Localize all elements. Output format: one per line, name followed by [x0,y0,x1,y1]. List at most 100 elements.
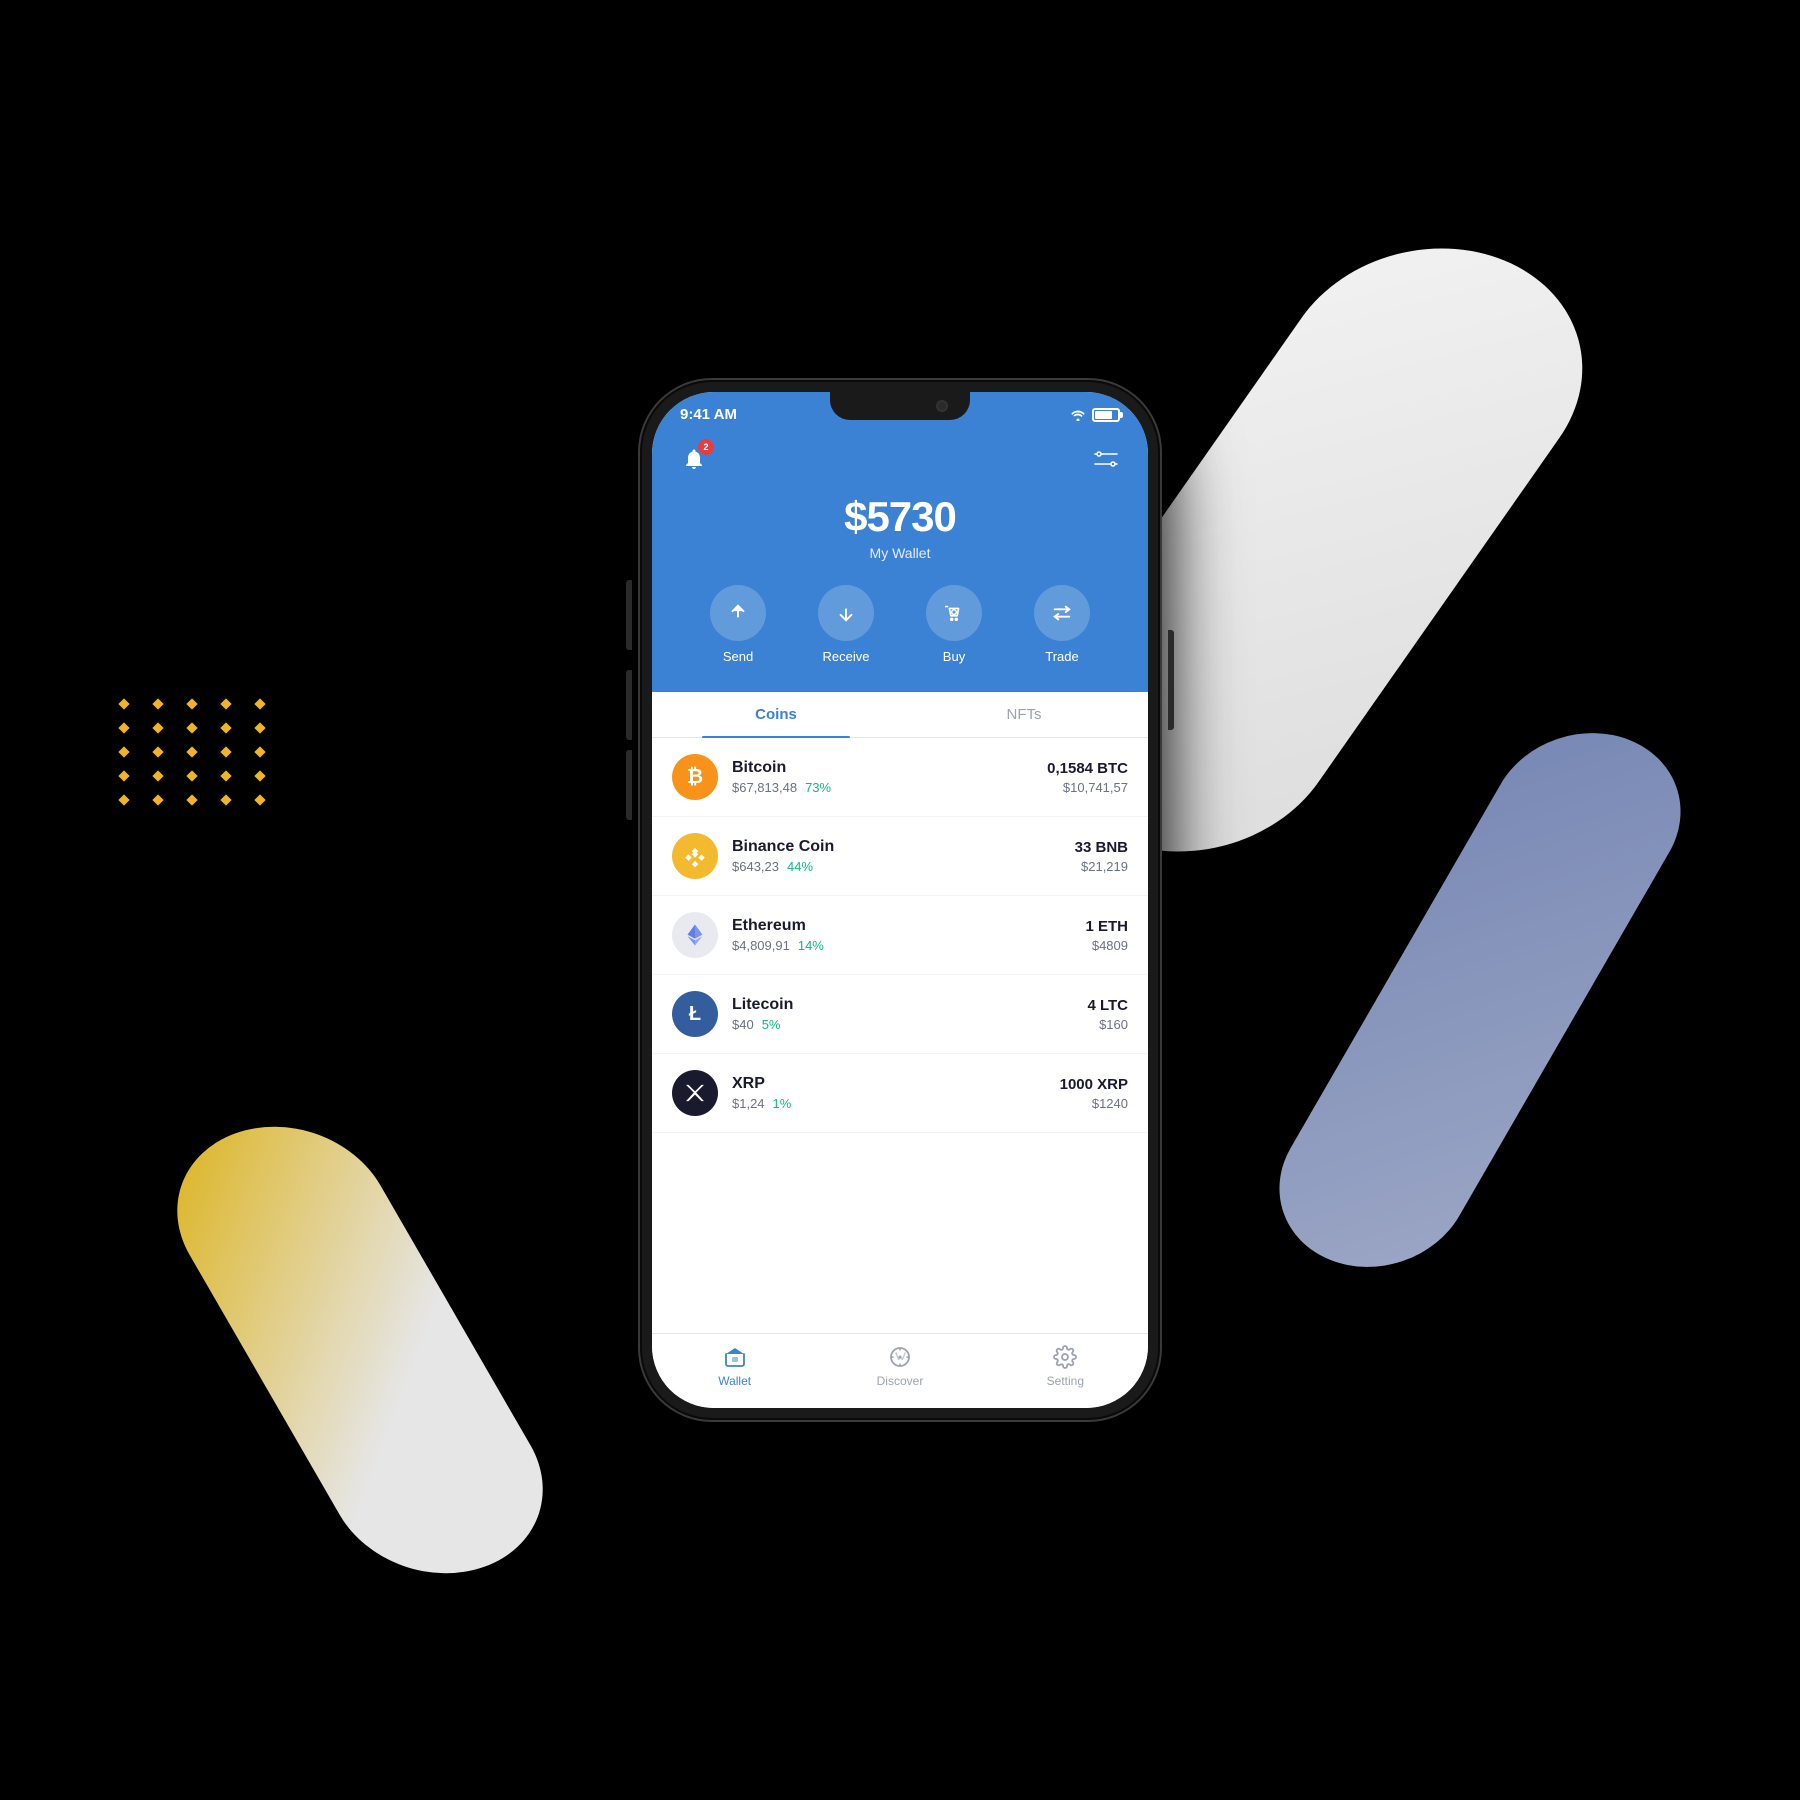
coin-amount-eth: 1 ETH [1085,918,1128,935]
coin-price-row-bnb: $643,23 44% [732,859,1075,874]
send-circle [710,585,766,641]
coin-logo-xrp [672,1070,718,1116]
coin-item-xrp[interactable]: XRP $1,24 1% 1000 XRP $1240 [652,1054,1148,1133]
coin-price-btc: $67,813,48 [732,780,797,795]
coin-name-btc: Bitcoin [732,759,1047,777]
nav-discover[interactable]: Discover [817,1344,982,1388]
coin-item-eth[interactable]: Ethereum $4,809,91 14% 1 ETH $4809 [652,896,1148,975]
trade-icon [1051,602,1073,624]
send-action[interactable]: Send [710,585,766,664]
coin-price-xrp: $1,24 [732,1096,765,1111]
coin-item-btc[interactable]: ₿ Bitcoin $67,813,48 73% 0,1584 BTC $10,… [652,738,1148,817]
coin-logo-btc: ₿ [672,754,718,800]
coin-price-row-ltc: $40 5% [732,1017,1087,1032]
discover-nav-icon [887,1344,913,1370]
coin-value-bnb: $21,219 [1075,859,1128,874]
wallet-nav-icon [722,1344,748,1370]
coin-price-bnb: $643,23 [732,859,779,874]
phone-mockup: 9:41 AM [640,380,1160,1420]
coin-amount-ltc: 4 LTC [1087,997,1128,1014]
send-label: Send [723,649,753,664]
buy-icon [943,602,965,624]
receive-label: Receive [823,649,870,664]
action-row: Send Receive [676,585,1124,664]
header-top-row: 2 [676,441,1124,477]
coin-logo-bnb [672,833,718,879]
coin-name-xrp: XRP [732,1075,1060,1093]
tabs: Coins NFTs [652,692,1148,738]
coin-info-eth: Ethereum $4,809,91 14% [732,917,1085,953]
nav-setting[interactable]: Setting [983,1344,1148,1388]
coin-name-eth: Ethereum [732,917,1085,935]
nav-wallet[interactable]: Wallet [652,1344,817,1388]
status-icons [1070,408,1120,422]
balance-amount: $5730 [676,493,1124,541]
header: 2 $5730 My W [652,431,1148,692]
battery-icon [1092,408,1120,422]
coin-value-ltc: $160 [1087,1017,1128,1032]
receive-icon [835,602,857,624]
coin-change-xrp: 1% [773,1096,792,1111]
send-icon [727,602,749,624]
trade-circle [1034,585,1090,641]
phone-screen: 9:41 AM [652,392,1148,1408]
coin-info-xrp: XRP $1,24 1% [732,1075,1060,1111]
buy-label: Buy [943,649,965,664]
coin-item-bnb[interactable]: Binance Coin $643,23 44% 33 BNB $21,219 [652,817,1148,896]
coin-item-ltc[interactable]: Ł Litecoin $40 5% 4 LTC $160 [652,975,1148,1054]
coin-balance-bnb: 33 BNB $21,219 [1075,839,1128,874]
coin-value-xrp: $1240 [1060,1096,1128,1111]
buy-action[interactable]: Buy [926,585,982,664]
coin-info-bnb: Binance Coin $643,23 44% [732,838,1075,874]
setting-nav-label: Setting [1047,1374,1084,1388]
coin-price-row-xrp: $1,24 1% [732,1096,1060,1111]
receive-action[interactable]: Receive [818,585,874,664]
status-time: 9:41 AM [680,406,737,423]
coin-name-ltc: Litecoin [732,996,1087,1014]
tab-coins[interactable]: Coins [652,692,900,737]
phone-outer: 9:41 AM [640,380,1160,1420]
bottom-nav: Wallet Discover [652,1333,1148,1408]
coin-balance-btc: 0,1584 BTC $10,741,57 [1047,760,1128,795]
coin-change-bnb: 44% [787,859,813,874]
trade-label: Trade [1045,649,1078,664]
coin-price-row-btc: $67,813,48 73% [732,780,1047,795]
coin-value-btc: $10,741,57 [1047,780,1128,795]
notification-badge: 2 [698,439,714,455]
coin-balance-xrp: 1000 XRP $1240 [1060,1076,1128,1111]
coin-name-bnb: Binance Coin [732,838,1075,856]
discover-nav-label: Discover [877,1374,924,1388]
coin-logo-ltc: Ł [672,991,718,1037]
coin-balance-eth: 1 ETH $4809 [1085,918,1128,953]
filter-icon [1094,447,1118,471]
coin-amount-btc: 0,1584 BTC [1047,760,1128,777]
coin-list: ₿ Bitcoin $67,813,48 73% 0,1584 BTC $10,… [652,738,1148,1333]
setting-nav-icon [1052,1344,1078,1370]
phone-notch [830,392,970,420]
balance-label: My Wallet [676,545,1124,561]
coin-price-row-eth: $4,809,91 14% [732,938,1085,953]
coin-change-eth: 14% [798,938,824,953]
trade-action[interactable]: Trade [1034,585,1090,664]
ribbon-blue [1246,706,1715,1294]
wallet-nav-label: Wallet [718,1374,751,1388]
balance-section: $5730 My Wallet [676,493,1124,561]
coin-change-btc: 73% [805,780,831,795]
ribbon-white-bottom [140,1099,581,1601]
notification-button[interactable]: 2 [676,441,712,477]
background-dots [120,700,274,804]
coin-amount-xrp: 1000 XRP [1060,1076,1128,1093]
coin-info-btc: Bitcoin $67,813,48 73% [732,759,1047,795]
coin-price-ltc: $40 [732,1017,754,1032]
buy-circle [926,585,982,641]
coin-change-ltc: 5% [762,1017,781,1032]
camera-dot [936,400,948,412]
coin-amount-bnb: 33 BNB [1075,839,1128,856]
wifi-icon [1070,409,1086,421]
coin-info-ltc: Litecoin $40 5% [732,996,1087,1032]
receive-circle [818,585,874,641]
coin-balance-ltc: 4 LTC $160 [1087,997,1128,1032]
settings-button[interactable] [1088,441,1124,477]
coin-value-eth: $4809 [1085,938,1128,953]
tab-nfts[interactable]: NFTs [900,692,1148,737]
